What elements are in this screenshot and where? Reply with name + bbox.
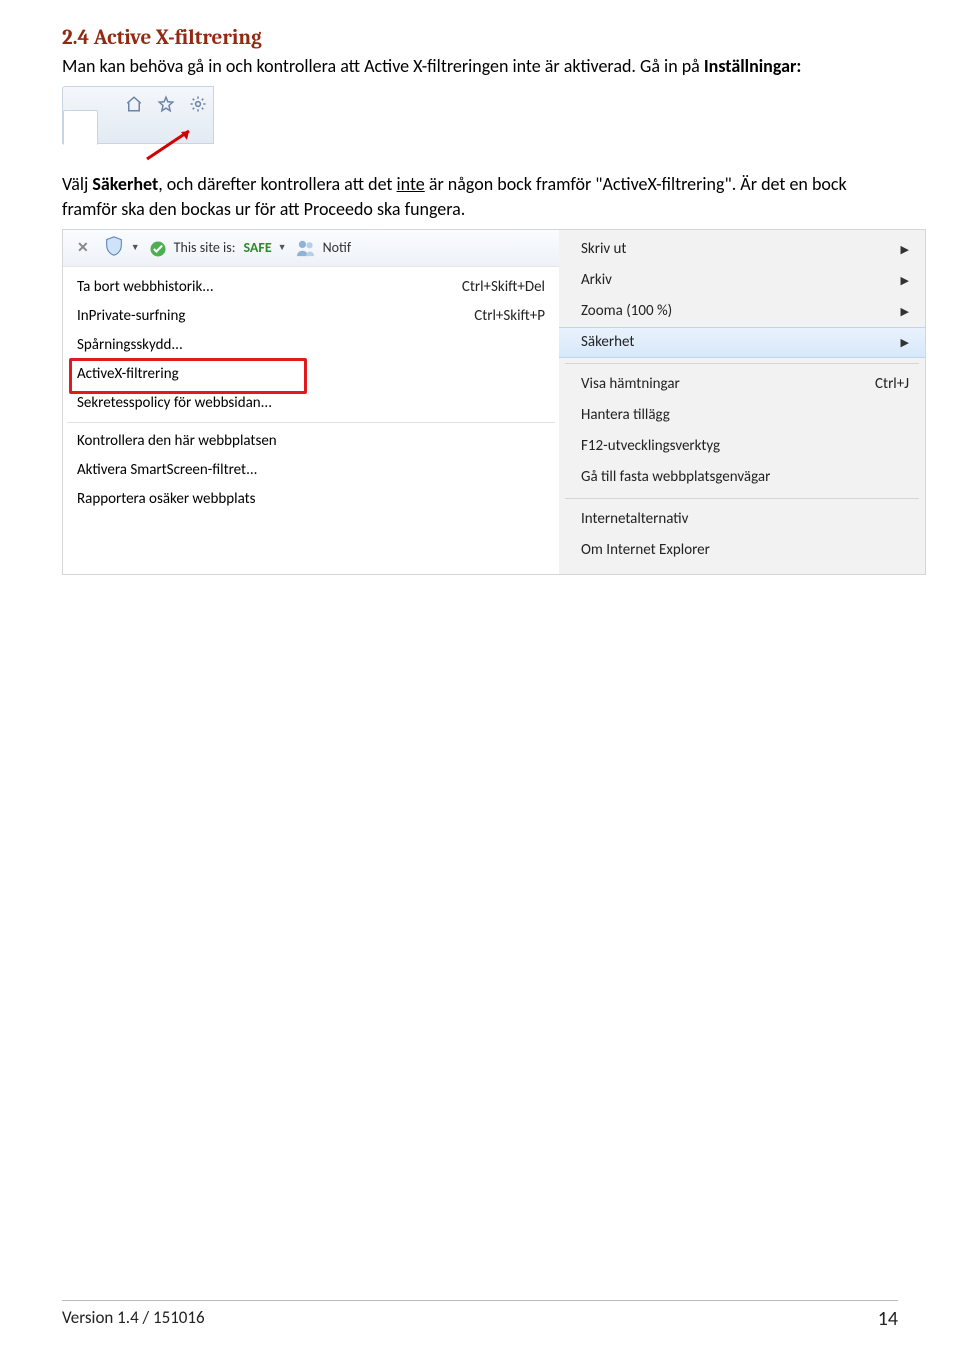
menu-shortcut: Ctrl+Skift+P <box>474 307 545 325</box>
main-menu-pane: Skriv ut ▶ Arkiv ▶ Zooma (100 %) ▶ Säkerhet… <box>559 230 925 574</box>
para1-bold: Inställningar: <box>704 55 801 77</box>
menu-label: ActiveX-filtrering <box>77 365 179 383</box>
submenu-pane: ✕ ▼ This site is: SAFE ▼ Notif Ta bort w… <box>63 230 559 574</box>
menu-item[interactable]: Om Internet Explorer <box>559 535 925 566</box>
menu-label: Ta bort webbhistorik... <box>77 278 214 296</box>
footer-version: Version 1.4 / 151016 <box>62 1307 205 1331</box>
home-icon[interactable] <box>125 95 143 113</box>
menu-label: Om Internet Explorer <box>581 541 710 559</box>
close-icon[interactable]: ✕ <box>71 239 95 256</box>
site-status: SAFE <box>243 239 271 256</box>
para1-text: Man kan behöva gå in och kontrollera att… <box>62 55 704 77</box>
site-label: This site is: <box>174 239 236 256</box>
check-circle-icon <box>148 239 166 257</box>
toolbar-tab <box>63 110 98 145</box>
menu-item[interactable]: Gå till fasta webbplatsgenvägar <box>559 462 925 493</box>
page-footer: Version 1.4 / 151016 14 <box>62 1300 898 1331</box>
menu-item[interactable]: InPrivate-surfning Ctrl+Skift+P <box>63 302 559 331</box>
menu-item[interactable]: Kontrollera den här webbplatsen <box>63 427 559 456</box>
menu-label: Gå till fasta webbplatsgenvägar <box>581 468 770 486</box>
section-heading: 2.4 Active X-filtrering <box>62 26 898 50</box>
menu-label: Skriv ut <box>581 240 626 258</box>
security-submenu: Ta bort webbhistorik... Ctrl+Skift+Del In… <box>63 267 559 520</box>
chevron-right-icon: ▶ <box>901 305 909 318</box>
footer-page-number: 14 <box>878 1307 898 1331</box>
ie-toolbar-snippet <box>62 86 214 144</box>
menu-item[interactable]: Sekretesspolicy för webbsidan... <box>63 389 559 418</box>
menu-item[interactable]: Visa hämtningar Ctrl+J <box>559 369 925 400</box>
menu-label: Hantera tillägg <box>581 406 670 424</box>
red-arrow-icon <box>145 129 205 163</box>
shield-dropdown-icon[interactable]: ▼ <box>131 242 140 253</box>
menu-label: F12-utvecklingsverktyg <box>581 437 720 455</box>
menu-label: InPrivate-surfning <box>77 307 185 325</box>
menu-label: Aktivera SmartScreen-filtret... <box>77 461 257 479</box>
p2a: Välj <box>62 173 92 195</box>
menu-item[interactable]: F12-utvecklingsverktyg <box>559 431 925 462</box>
p2c: , och därefter kontrollera att det <box>158 173 396 195</box>
menu-label: Visa hämtningar <box>581 375 680 393</box>
menu-label: Arkiv <box>581 271 612 289</box>
ie-status-bar: ✕ ▼ This site is: SAFE ▼ Notif <box>63 230 559 267</box>
menu-item[interactable]: Rapportera osäker webbplats <box>63 485 559 514</box>
menu-screenshot: ✕ ▼ This site is: SAFE ▼ Notif Ta bort w… <box>62 229 926 575</box>
chevron-right-icon: ▶ <box>901 243 909 256</box>
menu-label: Säkerhet <box>581 333 634 351</box>
p2d: inte <box>397 173 425 195</box>
menu-separator <box>565 363 919 364</box>
menu-item[interactable]: Aktivera SmartScreen-filtret... <box>63 456 559 485</box>
menu-shortcut: Ctrl+Skift+Del <box>462 278 545 296</box>
menu-item[interactable]: Spårningsskydd... <box>63 331 559 360</box>
menu-item[interactable]: Internetalternativ <box>559 504 925 535</box>
intro-paragraph-1: Man kan behöva gå in och kontrollera att… <box>62 54 898 78</box>
chevron-right-icon: ▶ <box>901 274 909 287</box>
menu-item-activex[interactable]: ActiveX-filtrering <box>63 360 559 389</box>
gear-icon[interactable] <box>189 95 207 113</box>
menu-item[interactable]: Zooma (100 %) ▶ <box>559 296 925 327</box>
menu-item[interactable]: Arkiv ▶ <box>559 265 925 296</box>
menu-item[interactable]: Hantera tillägg <box>559 400 925 431</box>
shield-icon[interactable] <box>103 235 125 261</box>
menu-label: Rapportera osäker webbplats <box>77 490 256 508</box>
menu-item-security[interactable]: Säkerhet ▶ <box>559 327 925 358</box>
people-icon[interactable] <box>295 239 315 257</box>
menu-separator <box>565 498 919 499</box>
menu-label: Kontrollera den här webbplatsen <box>77 432 277 450</box>
site-dropdown-icon[interactable]: ▼ <box>278 242 287 253</box>
menu-item[interactable]: Ta bort webbhistorik... Ctrl+Skift+Del <box>63 273 559 302</box>
menu-label: Sekretesspolicy för webbsidan... <box>77 394 272 412</box>
menu-label: Spårningsskydd... <box>77 336 183 354</box>
menu-item[interactable]: Skriv ut ▶ <box>559 234 925 265</box>
menu-label: Internetalternativ <box>581 510 688 528</box>
menu-label: Zooma (100 %) <box>581 302 672 320</box>
intro-paragraph-2: Välj Säkerhet, och därefter kontrollera … <box>62 172 898 221</box>
p2b: Säkerhet <box>92 173 158 195</box>
notif-label: Notif <box>323 239 352 256</box>
chevron-right-icon: ▶ <box>901 336 909 349</box>
star-icon[interactable] <box>157 95 175 113</box>
menu-separator <box>67 422 555 423</box>
menu-shortcut: Ctrl+J <box>875 375 909 393</box>
